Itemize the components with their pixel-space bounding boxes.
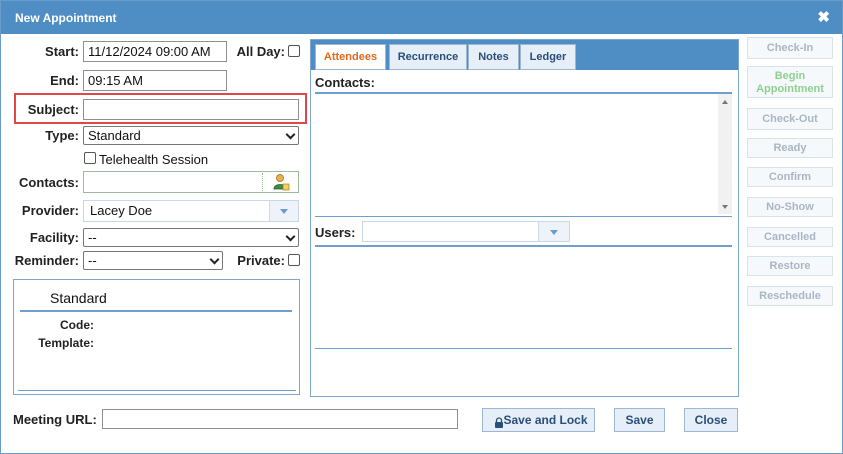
all-day-checkbox[interactable] [288,45,300,57]
chevron-down-icon [285,129,296,140]
users-list[interactable] [315,248,732,348]
new-appointment-dialog: New Appointment ✖ Start: 11/12/2024 09:0… [0,0,843,454]
private-label: Private: [237,253,285,268]
reminder-select[interactable]: -- [83,251,223,270]
save-and-lock-button[interactable]: Save and Lock [482,408,595,432]
code-label: Code: [60,318,94,332]
type-select[interactable]: Standard [83,126,299,145]
title-bar: New Appointment ✖ [1,1,842,34]
restore-button[interactable]: Restore [747,256,833,276]
end-time-input[interactable]: 09:15 AM [83,70,227,91]
chevron-down-icon [550,229,558,235]
start-label: Start: [45,44,79,59]
confirm-button[interactable]: Confirm [747,167,833,187]
provider-dropdown-button[interactable] [269,201,298,221]
provider-value: Lacey Doe [90,203,153,218]
scroll-up-icon[interactable] [722,100,728,104]
contacts-list[interactable] [315,94,732,214]
subject-label: Subject: [27,102,79,117]
template-label: Template: [38,336,94,350]
provider-label: Provider: [21,203,79,218]
tab-recurrence[interactable]: Recurrence [389,44,467,70]
chevron-down-icon [209,254,220,265]
facility-select[interactable]: -- [83,228,299,247]
type-select-value: Standard [88,128,141,143]
users-list-bottom-rule [315,348,732,349]
check-in-button[interactable]: Check-In [747,37,833,59]
telehealth-label: Telehealth Session [99,152,209,167]
all-day-label: All Day: [236,44,285,59]
dialog-title: New Appointment [15,11,117,25]
contacts-heading: Contacts: [315,75,375,90]
no-show-button[interactable]: No-Show [747,197,833,217]
type-info-box: Standard Code: Template: [13,279,300,395]
end-label: End: [50,73,79,88]
tab-attendees[interactable]: Attendees [315,44,386,70]
reminder-label: Reminder: [14,253,79,268]
type-info-rule [20,310,292,312]
save-and-lock-label: Save and Lock [503,413,588,427]
type-info-heading: Standard [50,290,107,306]
tab-notes[interactable]: Notes [468,44,519,70]
ready-button[interactable]: Ready [747,138,833,158]
type-label: Type: [45,128,79,143]
tabs-panel: Attendees Recurrence Notes Ledger Contac… [310,39,739,397]
reminder-select-value: -- [88,253,97,268]
telehealth-checkbox[interactable] [84,152,96,164]
start-datetime-input[interactable]: 11/12/2024 09:00 AM [83,41,227,62]
close-button[interactable]: Close [684,408,738,432]
facility-select-value: -- [88,230,97,245]
private-checkbox[interactable] [288,254,300,266]
check-out-button[interactable]: Check-Out [747,108,833,130]
close-icon[interactable]: ✖ [817,8,830,26]
lock-icon [494,414,504,428]
tab-ledger[interactable]: Ledger [520,44,576,70]
users-rule [315,245,732,247]
reschedule-button[interactable]: Reschedule [747,286,833,306]
contacts-scrollbar[interactable] [718,94,732,214]
save-button[interactable]: Save [614,408,665,432]
chevron-down-icon [285,231,296,242]
users-label: Users: [315,225,356,240]
contacts-list-bottom-rule [315,216,732,217]
meeting-url-label: Meeting URL: [13,412,97,427]
meeting-url-input[interactable] [102,409,458,429]
subject-input[interactable] [83,99,299,120]
provider-combo[interactable]: Lacey Doe [83,200,299,222]
facility-label: Facility: [29,230,79,245]
chevron-down-icon [280,209,288,214]
cancelled-button[interactable]: Cancelled [747,227,833,247]
begin-appointment-button[interactable]: Begin Appointment [747,66,833,98]
scroll-down-icon[interactable] [722,205,728,209]
contacts-input[interactable] [83,171,299,193]
users-dropdown-button[interactable] [538,222,569,241]
contacts-divider [262,173,263,191]
person-icon[interactable] [272,173,290,191]
type-info-bottom-rule [18,390,296,391]
contacts-label: Contacts: [19,175,79,190]
tab-strip: Attendees Recurrence Notes Ledger [311,40,738,70]
